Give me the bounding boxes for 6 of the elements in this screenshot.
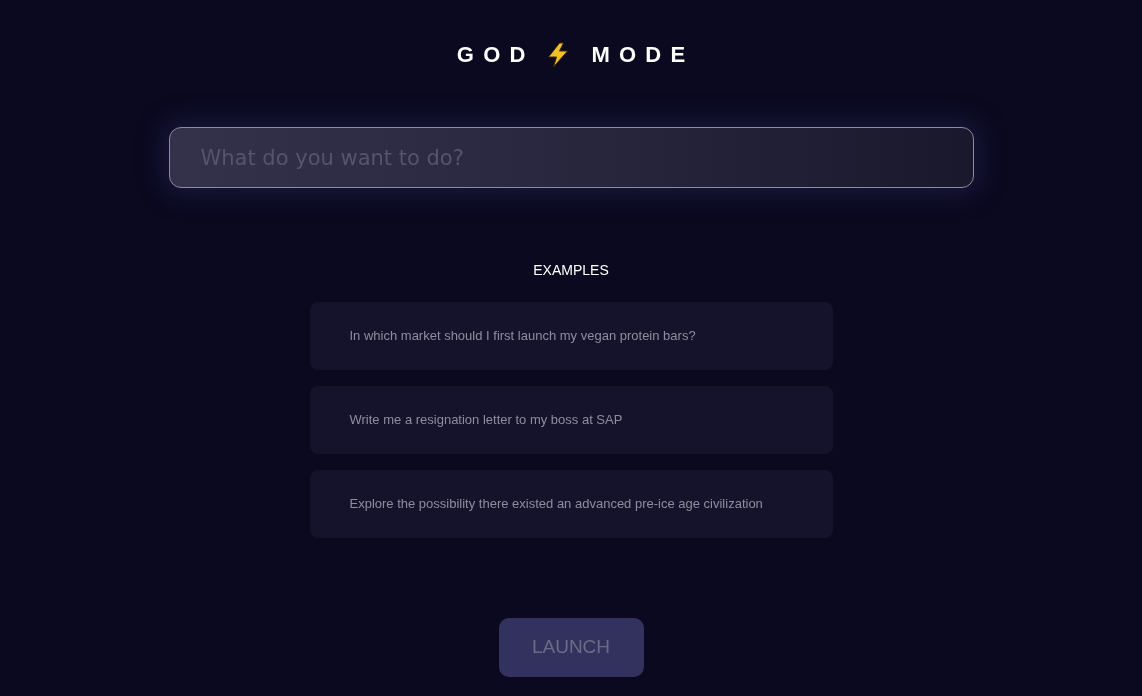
example-prompt[interactable]: Explore the possibility there existed an advanced pre-ice age civilization [309,470,833,538]
example-prompt[interactable]: Write me a resignation letter to my boss at SAP [309,386,833,454]
title-text: GOD [456,41,535,69]
examples-heading: EXAMPLES [533,261,609,280]
title-text: MODE [591,41,695,69]
example-prompt[interactable]: In which market should I first launch my vegan protein bars? [309,302,833,370]
